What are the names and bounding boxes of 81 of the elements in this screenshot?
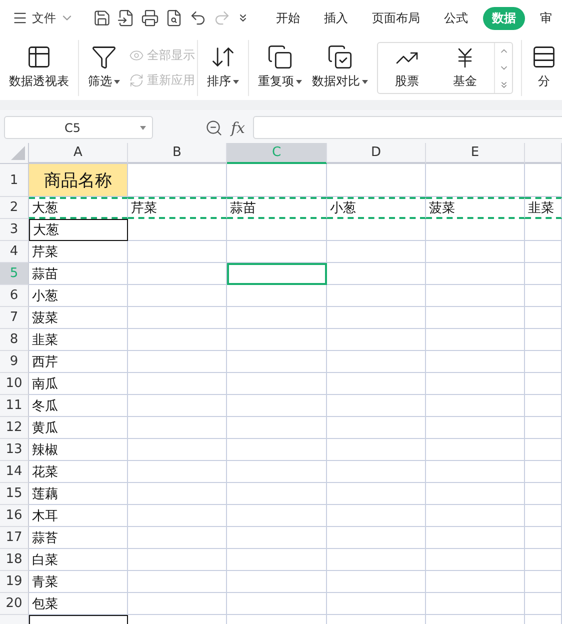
- table-cell[interactable]: 韭菜: [29, 329, 128, 351]
- active-cell[interactable]: [227, 263, 327, 285]
- caret-icon: [140, 126, 146, 130]
- row-header[interactable]: 11: [0, 395, 29, 417]
- name-box[interactable]: C5: [4, 116, 153, 139]
- ribbon-tab[interactable]: 插入: [315, 6, 357, 30]
- gallery-item[interactable]: 基金: [436, 43, 494, 93]
- table-cell[interactable]: 冬瓜: [29, 395, 128, 417]
- filter-icon: [91, 44, 117, 70]
- ribbon-tab[interactable]: 审: [531, 6, 561, 30]
- row-header[interactable]: 20: [0, 593, 29, 615]
- formula-input[interactable]: [253, 116, 562, 139]
- zoom-icon[interactable]: [205, 118, 223, 136]
- row-header[interactable]: 16: [0, 505, 29, 527]
- row-header[interactable]: 7: [0, 307, 29, 329]
- ribbon-button[interactable]: 数据对比: [307, 40, 373, 96]
- row-header[interactable]: 12: [0, 417, 29, 439]
- row-header[interactable]: 17: [0, 527, 29, 549]
- table-cell[interactable]: 木耳: [29, 505, 128, 527]
- row-header[interactable]: 8: [0, 329, 29, 351]
- row-header[interactable]: 6: [0, 285, 29, 307]
- triangle-icon: [11, 146, 25, 160]
- file-menu[interactable]: 文件: [8, 10, 78, 26]
- table-cell[interactable]: 包菜: [29, 593, 128, 615]
- table-cell[interactable]: 韭菜: [525, 197, 562, 219]
- rows-icon: [531, 44, 557, 70]
- table-cell[interactable]: 小葱: [29, 285, 128, 307]
- row-header[interactable]: 4: [0, 241, 29, 263]
- row-header[interactable]: 9: [0, 351, 29, 373]
- eye-icon: [129, 48, 144, 63]
- table-icon: [26, 44, 52, 70]
- table-cell[interactable]: 菠菜: [29, 307, 128, 329]
- table-cell[interactable]: 西芹: [29, 351, 128, 373]
- table-cell[interactable]: 蒜苗: [227, 197, 327, 219]
- ribbon-tab[interactable]: 公式: [435, 6, 477, 30]
- row-header[interactable]: 19: [0, 571, 29, 593]
- row-header[interactable]: 13: [0, 439, 29, 461]
- table-cell[interactable]: 大葱: [29, 219, 128, 241]
- row-header[interactable]: 2: [0, 197, 29, 219]
- table-cell[interactable]: 辣椒: [29, 439, 128, 461]
- double-chevron-icon: [237, 12, 249, 24]
- ribbon-button[interactable]: 分: [526, 40, 562, 96]
- column-header[interactable]: E: [426, 143, 525, 164]
- copy-check-icon: [327, 44, 353, 70]
- function-label[interactable]: fx: [231, 118, 246, 136]
- refresh-icon: [129, 73, 144, 88]
- table-cell[interactable]: 芹菜: [29, 241, 128, 263]
- ribbon-tab[interactable]: 开始: [267, 6, 309, 30]
- copy-icon: [267, 44, 293, 70]
- table-cell[interactable]: 南瓜: [29, 373, 128, 395]
- table-cell[interactable]: 黄瓜: [29, 417, 128, 439]
- row-header[interactable]: 15: [0, 483, 29, 505]
- ribbon-button[interactable]: 重复项: [253, 40, 307, 96]
- table-cell[interactable]: 青菜: [29, 571, 128, 593]
- table-cell[interactable]: 莲藕: [29, 483, 128, 505]
- table-cell[interactable]: 小葱: [327, 197, 426, 219]
- table-cell[interactable]: 蒜苗: [29, 263, 128, 285]
- table-cell[interactable]: 菠菜: [426, 197, 525, 219]
- row-header[interactable]: 14: [0, 461, 29, 483]
- row-header[interactable]: 18: [0, 549, 29, 571]
- menu-icon: [12, 10, 28, 26]
- table-cell[interactable]: 芹菜: [128, 197, 227, 219]
- row-header[interactable]: 1: [0, 164, 29, 197]
- ribbon-button[interactable]: 数据透视表: [4, 40, 74, 96]
- ribbon-button[interactable]: 排序: [202, 40, 244, 96]
- select-all-corner[interactable]: [0, 143, 29, 164]
- table-cell[interactable]: 大葱: [29, 197, 128, 219]
- ribbon-tab[interactable]: 页面布局: [363, 6, 429, 30]
- table-cell[interactable]: 商品名称: [29, 164, 128, 197]
- row-header[interactable]: 10: [0, 373, 29, 395]
- row-header[interactable]: 3: [0, 219, 29, 241]
- column-header[interactable]: [525, 143, 562, 164]
- column-header[interactable]: A: [29, 143, 128, 164]
- table-cell[interactable]: 白菜: [29, 549, 128, 571]
- column-header[interactable]: B: [128, 143, 227, 164]
- expand-icon[interactable]: [498, 80, 508, 90]
- table-cell[interactable]: 蒜苔: [29, 527, 128, 549]
- ribbon-button[interactable]: 筛选: [83, 40, 125, 96]
- gallery-item[interactable]: 股票: [378, 43, 436, 93]
- column-header[interactable]: D: [327, 143, 426, 164]
- table-cell[interactable]: 花菜: [29, 461, 128, 483]
